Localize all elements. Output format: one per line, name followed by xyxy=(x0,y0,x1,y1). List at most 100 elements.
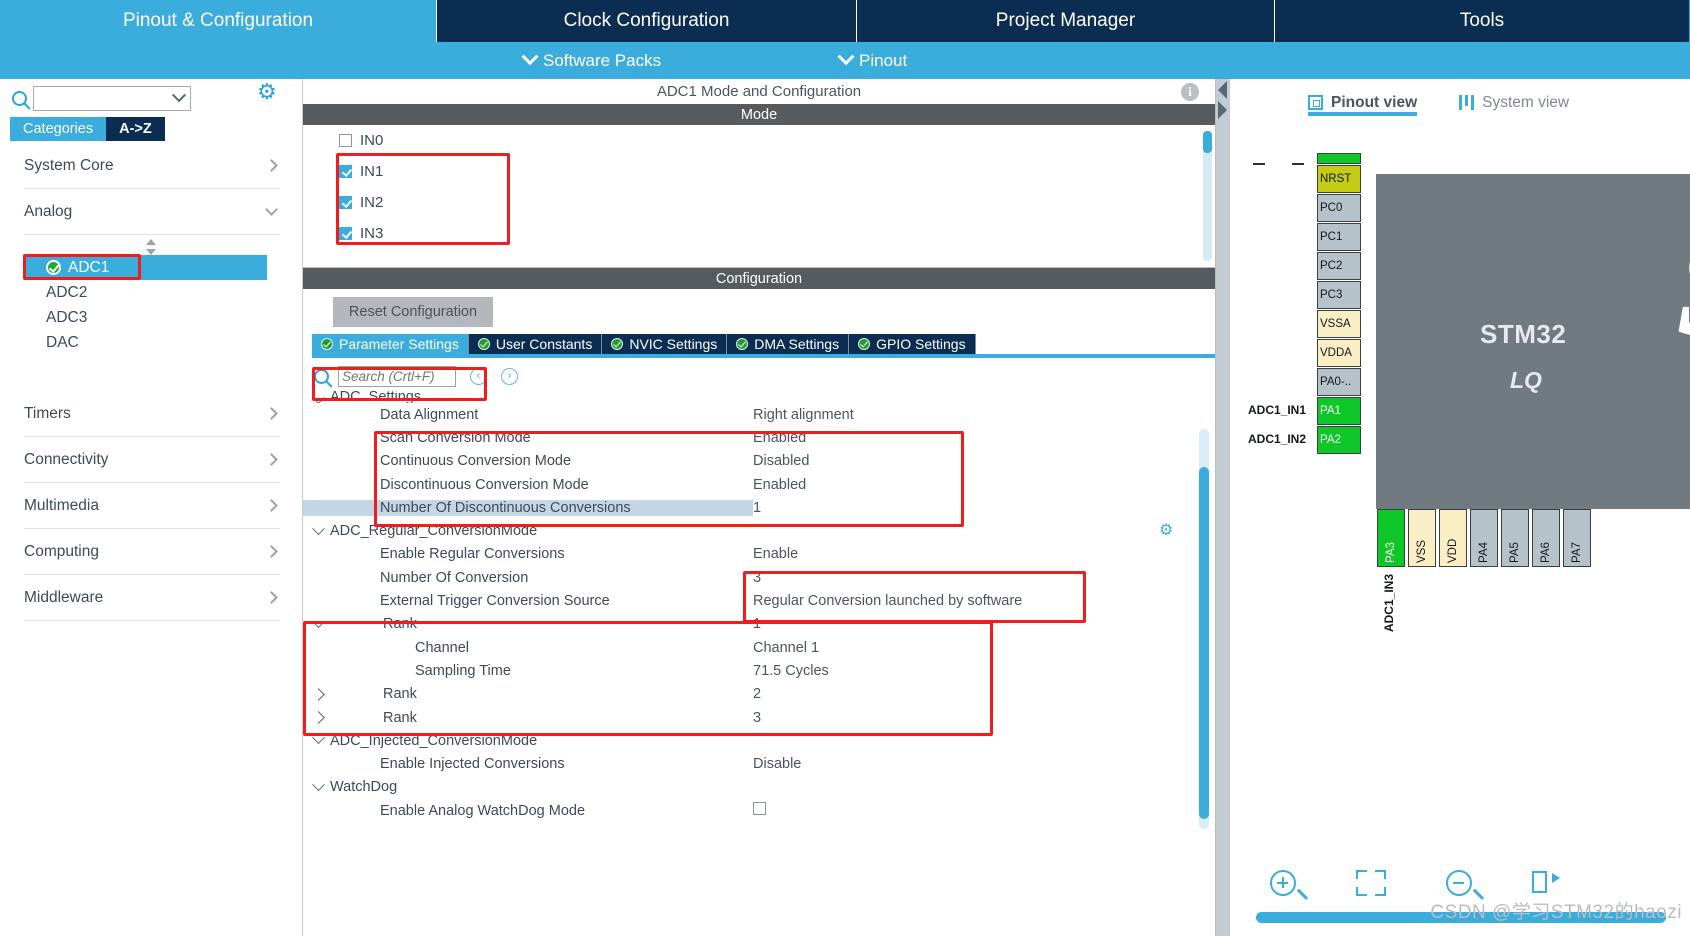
row-settings-gear-icon[interactable]: ⚙ xyxy=(1159,520,1173,540)
mode-scrollbar[interactable] xyxy=(1203,131,1212,261)
pin-pc3[interactable]: PC3 xyxy=(1317,281,1361,309)
pin-pa7[interactable]: PA7 xyxy=(1563,509,1591,567)
pin-pc0[interactable]: PC0 xyxy=(1317,194,1361,222)
sidebar-settings-button[interactable] xyxy=(257,81,277,110)
checkbox-checked-icon[interactable] xyxy=(339,196,352,209)
sidebar-item-adc3[interactable]: ADC3 xyxy=(0,305,302,330)
sidebar-item-multimedia[interactable]: Multimedia xyxy=(24,483,280,529)
sidebar-sort-handle[interactable] xyxy=(0,239,302,255)
table-row[interactable]: Enable Injected Conversions Disable xyxy=(303,752,1215,775)
table-row[interactable]: Channel Channel 1 xyxy=(303,636,1215,659)
search-previous-button[interactable]: ‹ xyxy=(470,367,487,385)
pin-vdd[interactable]: VDD xyxy=(1439,509,1467,567)
table-row[interactable]: Enable Analog WatchDog Mode xyxy=(303,799,1215,822)
checkbox-checked-icon[interactable] xyxy=(339,165,352,178)
table-row[interactable]: ADC_Regular_ConversionMode xyxy=(303,519,1215,542)
parameter-value[interactable]: 3 xyxy=(753,570,1215,586)
tab-user-constants[interactable]: User Constants xyxy=(468,334,603,354)
rotate-icon[interactable] xyxy=(1532,870,1560,896)
parameter-value[interactable]: 1 xyxy=(753,500,1215,516)
chevron-right-icon[interactable] xyxy=(312,711,325,724)
pin-pa3[interactable]: PA3 xyxy=(1377,509,1405,567)
mode-checkbox-in1[interactable]: IN1 xyxy=(303,156,1215,187)
table-row[interactable]: Discontinuous Conversion Mode Enabled xyxy=(303,473,1215,496)
sidebar-item-adc2[interactable]: ADC2 xyxy=(0,280,302,305)
parameter-value[interactable]: Right alignment xyxy=(753,407,1215,423)
parameter-value[interactable]: Channel 1 xyxy=(753,640,1215,656)
parameter-value[interactable]: 1 xyxy=(753,616,1215,632)
table-row[interactable]: Sampling Time 71.5 Cycles xyxy=(303,659,1215,682)
table-row[interactable]: Data Alignment Right alignment xyxy=(303,403,1215,426)
zoom-in-icon[interactable] xyxy=(1270,870,1296,896)
pin-pa6[interactable]: PA6 xyxy=(1532,509,1560,567)
parameter-value[interactable]: Enabled xyxy=(753,477,1215,493)
reset-configuration-button[interactable]: Reset Configuration xyxy=(333,296,493,327)
pin-nrst[interactable]: NRST xyxy=(1317,165,1361,193)
pin-vdda[interactable]: VDDA xyxy=(1317,339,1361,367)
table-row-rank[interactable]: Rank 3 xyxy=(303,706,1215,729)
mode-checkbox-in2[interactable]: IN2 xyxy=(303,187,1215,218)
pin-vss[interactable]: VSS xyxy=(1408,509,1436,567)
info-icon[interactable]: i xyxy=(1181,83,1199,101)
sidebar-item-connectivity[interactable]: Connectivity xyxy=(24,437,280,483)
chevron-down-icon[interactable] xyxy=(312,391,325,403)
sidebar-item-timers[interactable]: Timers xyxy=(24,391,280,437)
table-row[interactable]: ADC_Injected_ConversionMode xyxy=(303,729,1215,752)
pin-vssa[interactable]: VSSA xyxy=(1317,310,1361,338)
tab-dma-settings[interactable]: DMA Settings xyxy=(727,334,850,354)
software-packs-menu[interactable]: Software Packs xyxy=(521,47,661,71)
pin-pc1[interactable]: PC1 xyxy=(1317,223,1361,251)
checkbox-icon[interactable] xyxy=(339,134,352,147)
fit-to-screen-icon[interactable] xyxy=(1356,870,1386,896)
parameter-value[interactable]: Disabled xyxy=(753,453,1215,469)
table-row-selected[interactable]: Number Of Discontinuous Conversions 1 xyxy=(303,496,1215,519)
pin-partial-top[interactable] xyxy=(1317,153,1361,164)
sidebar-item-dac[interactable]: DAC xyxy=(0,330,302,355)
tab-pinout-view[interactable]: Pinout view xyxy=(1308,80,1418,118)
pin-pa2[interactable]: PA2 xyxy=(1317,426,1361,454)
parameter-value[interactable]: Disable xyxy=(753,756,1215,772)
collapse-left-icon[interactable] xyxy=(1218,81,1227,99)
checkbox-checked-icon[interactable] xyxy=(339,227,352,240)
pin-pa4[interactable]: PA4 xyxy=(1470,509,1498,567)
zoom-out-icon[interactable] xyxy=(1446,870,1472,896)
table-row[interactable]: WatchDog xyxy=(303,776,1215,799)
sidebar-item-analog[interactable]: Analog xyxy=(24,189,280,235)
table-row[interactable]: ADC_Settings xyxy=(303,391,1215,403)
table-row-rank[interactable]: Rank 1 xyxy=(303,613,1215,636)
parameter-value[interactable]: Regular Conversion launched by software xyxy=(753,593,1215,609)
search-next-button[interactable]: › xyxy=(501,367,518,385)
tab-clock-configuration[interactable]: Clock Configuration xyxy=(437,0,857,42)
chevron-down-icon[interactable] xyxy=(312,521,325,535)
tab-project-manager[interactable]: Project Manager xyxy=(857,0,1275,42)
sidebar-item-middleware[interactable]: Middleware xyxy=(24,575,280,621)
tab-pinout-configuration[interactable]: Pinout & Configuration xyxy=(0,0,437,42)
sidebar-search-input[interactable] xyxy=(33,85,191,111)
chevron-right-icon[interactable] xyxy=(312,687,325,701)
pin-pa5[interactable]: PA5 xyxy=(1501,509,1529,567)
chevron-down-icon[interactable] xyxy=(312,731,325,745)
parameter-value[interactable]: Enable xyxy=(753,546,1215,562)
expand-right-icon[interactable] xyxy=(1218,101,1227,119)
pin-pa1[interactable]: PA1 xyxy=(1317,397,1361,425)
scrollbar-thumb[interactable] xyxy=(1199,467,1209,819)
tab-parameter-settings[interactable]: Parameter Settings xyxy=(312,334,469,354)
tab-tools[interactable]: Tools xyxy=(1275,0,1689,42)
parameter-value[interactable]: 71.5 Cycles xyxy=(753,663,1215,679)
chevron-down-icon[interactable] xyxy=(312,615,325,628)
table-row[interactable]: Scan Conversion Mode Enabled xyxy=(303,426,1215,449)
sidebar-item-computing[interactable]: Computing xyxy=(24,529,280,575)
sidebar-tab-categories[interactable]: Categories xyxy=(10,117,107,141)
chevron-down-icon[interactable] xyxy=(312,778,325,791)
pinout-menu[interactable]: Pinout xyxy=(837,47,907,71)
chip-diagram[interactable]: S STM32 LQ NRST PC0 PC1 PC2 PC3 VSSA VDD… xyxy=(1230,119,1690,936)
table-row[interactable]: Number Of Conversion 3 xyxy=(303,566,1215,589)
parameter-scrollbar[interactable] xyxy=(1199,429,1209,829)
sidebar-item-system-core[interactable]: System Core xyxy=(24,143,280,189)
parameter-search-input[interactable] xyxy=(338,365,456,387)
checkbox-icon[interactable] xyxy=(753,802,766,816)
sidebar-item-adc1[interactable]: ADC1 xyxy=(24,255,267,280)
table-row[interactable]: External Trigger Conversion Source Regul… xyxy=(303,589,1215,612)
panel-splitter[interactable] xyxy=(1216,79,1230,936)
sidebar-tab-a-to-z[interactable]: A->Z xyxy=(106,117,165,141)
